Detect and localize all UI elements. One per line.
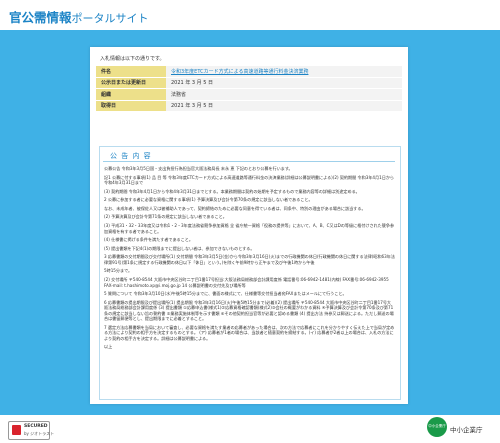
notice-paragraph: (3) 契約期間 令和3年4月1日から令和4年3月31日までとする。本業務期間は… (104, 188, 360, 194)
notice-paragraph: 7 選定方法応募書類を当局において審査し、必要な資格を満たす業者の応募者があった… (104, 324, 395, 341)
row-label: 公示日または更新日 (96, 77, 166, 89)
row-label: 取得日 (96, 100, 166, 112)
intro-text: 入札情報は以下の通りです。 (100, 56, 165, 62)
table-row: 公示日または更新日 2021 年 3 月 5 日 (96, 77, 402, 89)
notice-paragraph: (5) 提出書類を下記4(1)の期限までに提出しない者は、参加できないものとする… (104, 245, 255, 251)
table-row: 件名 令和3年度ETCカード方式による高速道路等通行料金決済業務 (96, 66, 402, 78)
row-label: 件名 (96, 66, 166, 78)
notice-heading: 公 告 内 容 (110, 152, 152, 160)
notice-paragraph: なお、未成年者、被保佐人又は被補助人であって、契約締結のために必要な同意を得てい… (104, 205, 366, 211)
notice-paragraph: 公募公告 令和3年3月5日国・支出負担行為担当官大阪法務局長 末永 恵 下記のと… (104, 166, 293, 171)
notice-paragraph: 以上 (104, 344, 113, 350)
notice-paragraph: (3) 平成31・32・33年度又は令和1・2・3年度法務省競争参加資格 全 省… (104, 223, 395, 234)
site-footer (0, 415, 500, 443)
notice-paragraph: 2 公募に参加する者に必要な資格に関する事項(1) 予算決算及び会計令第70条の… (104, 197, 313, 203)
notice-paragraph: 記1 公募に付する事項(1) 品 目 等 令和3年度ETCカード方式による高速道… (104, 174, 395, 186)
agency-logo[interactable]: 中小企業庁 (427, 417, 447, 437)
info-table: 件名 令和3年度ETCカード方式による高速道路等通行料金決済業務 公示日または更… (96, 66, 402, 112)
site-title-main[interactable]: 官公需情報 (9, 10, 72, 25)
notice-paragraph: 5 質問について 令和3年3月10日(水)午後5時15分までに、書面の様式にて、… (104, 291, 347, 297)
site-title[interactable]: 官公需情報ポータルサイト (9, 7, 149, 26)
notice-paragraph: 6 応募書類の提出期限及び提出場所(1) 提出期限 令和3年3月16日(火)午後… (104, 299, 394, 322)
row-value: 2021 年 3 月 5 日 (166, 100, 402, 112)
row-value: 2021 年 3 月 5 日 (166, 77, 402, 89)
row-value: 法務省 (166, 88, 402, 101)
notice-paragraph: 5時15分まで。 (104, 268, 133, 274)
lock-icon (12, 425, 21, 435)
notice-divider (103, 161, 395, 162)
notice-paragraph: (2) 予算決算及び会計令第71条の規定に該当しない者であること。 (104, 214, 227, 220)
table-row: 取得日 2021 年 3 月 5 日 (96, 100, 402, 112)
secured-title: SECURED (24, 424, 48, 429)
notice-paragraph: (2) 交付場所 〒540-8544 大阪市中央区谷町二丁目1番17号担当:大阪… (104, 277, 389, 288)
agency-name[interactable]: 中小企業庁 (450, 424, 483, 434)
notice-paragraph: (4) 仕様書に掲げる条件を満たす者であること。 (104, 237, 193, 243)
secured-seal[interactable]: SECURED by ジオトラスト (8, 421, 54, 440)
subject-link[interactable]: 令和3年度ETCカード方式による高速道路等通行料金決済業務 (171, 69, 308, 75)
agency-logo-text: 中小企業庁 (428, 424, 446, 428)
table-row: 組織 法務省 (96, 88, 402, 101)
site-title-sub[interactable]: ポータルサイト (72, 12, 149, 25)
secured-subtitle: by ジオトラスト (24, 431, 55, 436)
notice-paragraph: 3 応募書類の交付期間及び交付場所(1) 交付期間 令和3年3月5日(金)から令… (104, 254, 395, 265)
notice-body: 公募公告 令和3年3月5日国・支出負担行為担当官大阪法務局長 末永 恵 下記のと… (104, 166, 395, 353)
site-header: 官公需情報ポータルサイト (0, 0, 500, 30)
row-value: 令和3年度ETCカード方式による高速道路等通行料金決済業務 (166, 66, 402, 78)
row-label: 組織 (96, 88, 166, 101)
